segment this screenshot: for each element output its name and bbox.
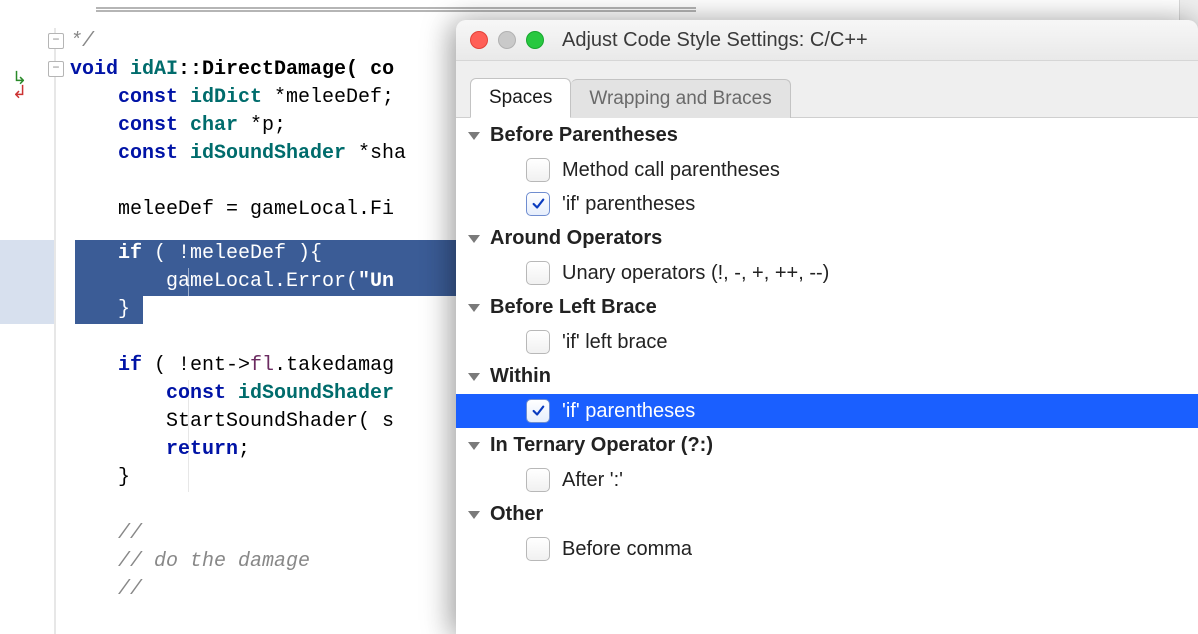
tab-bar: Spaces Wrapping and Braces (456, 61, 1198, 118)
titlebar[interactable]: Adjust Code Style Settings: C/C++ (456, 20, 1198, 61)
code-text: } (118, 466, 130, 489)
checkbox[interactable] (526, 192, 550, 216)
setting-item[interactable]: Unary operators (!, -, +, ++, --) (456, 256, 1198, 290)
type: idAI (118, 58, 178, 81)
code-content: */ void idAI::DirectDamage( co const idD… (70, 0, 118, 634)
dialog-title: Adjust Code Style Settings: C/C++ (562, 29, 868, 52)
setting-label: Before comma (562, 538, 692, 561)
zoom-button[interactable] (526, 31, 544, 49)
setting-item[interactable]: Before comma (456, 532, 1198, 566)
gutter-highlight (0, 240, 54, 324)
setting-label: Method call parentheses (562, 159, 780, 182)
section-header[interactable]: Within (456, 359, 1198, 394)
keyword: const (118, 114, 178, 137)
setting-item[interactable]: 'if' left brace (456, 325, 1198, 359)
section-header[interactable]: Around Operators (456, 221, 1198, 256)
section-header[interactable]: Other (456, 497, 1198, 532)
checkbox[interactable] (526, 330, 550, 354)
section-label: Around Operators (490, 227, 662, 250)
code-text: ( !ent-> (142, 354, 250, 377)
string: "Un (358, 270, 394, 293)
type: idSoundShader (178, 142, 358, 165)
fold-icon[interactable]: − (48, 33, 64, 49)
code-text: } (118, 298, 130, 321)
code-text: meleeDef = gameLocal.Fi (118, 198, 394, 221)
code-text: ::DirectDamage( co (178, 58, 394, 81)
setting-item[interactable]: 'if' parentheses (456, 394, 1198, 428)
keyword: return (166, 438, 238, 461)
code-text: ; (238, 438, 250, 461)
keyword: if (118, 242, 142, 265)
type: idDict (178, 86, 274, 109)
separator-line (96, 7, 696, 12)
section-label: Other (490, 503, 543, 526)
code-text: .takedamag (274, 354, 394, 377)
code-text: StartSoundShader( s (166, 410, 394, 433)
setting-label: 'if' parentheses (562, 193, 695, 216)
minimize-button[interactable] (498, 31, 516, 49)
disclosure-triangle-icon[interactable] (468, 235, 480, 243)
code-text: */ (70, 30, 94, 53)
section-label: Before Parentheses (490, 124, 678, 147)
keyword: if (118, 354, 142, 377)
setting-label: 'if' left brace (562, 331, 667, 354)
section-label: In Ternary Operator (?:) (490, 434, 713, 457)
tab-spaces[interactable]: Spaces (470, 78, 571, 118)
disclosure-triangle-icon[interactable] (468, 304, 480, 312)
section-label: Within (490, 365, 551, 388)
code-text: *meleeDef; (274, 86, 394, 109)
traffic-lights (470, 31, 544, 49)
keyword: const (118, 142, 178, 165)
type: char (178, 114, 250, 137)
checkbox[interactable] (526, 399, 550, 423)
setting-label: 'if' parentheses (562, 400, 695, 423)
setting-item[interactable]: Method call parentheses (456, 153, 1198, 187)
field: fl (250, 354, 274, 377)
code-style-dialog: Adjust Code Style Settings: C/C++ Spaces… (456, 20, 1198, 634)
code-text: gameLocal.Error( (118, 270, 358, 293)
setting-item[interactable]: After ':' (456, 463, 1198, 497)
fold-icon[interactable]: − (48, 61, 64, 77)
disclosure-triangle-icon[interactable] (468, 132, 480, 140)
section-header[interactable]: In Ternary Operator (?:) (456, 428, 1198, 463)
gutter-change-icon: ↲ (12, 80, 36, 108)
checkbox[interactable] (526, 468, 550, 492)
comment: // (118, 522, 142, 545)
checkbox[interactable] (526, 537, 550, 561)
setting-label: Unary operators (!, -, +, ++, --) (562, 262, 829, 285)
type: idSoundShader (226, 382, 394, 405)
tab-wrapping-and-braces[interactable]: Wrapping and Braces (571, 79, 790, 118)
disclosure-triangle-icon[interactable] (468, 511, 480, 519)
disclosure-triangle-icon[interactable] (468, 442, 480, 450)
keyword: const (118, 86, 178, 109)
disclosure-triangle-icon[interactable] (468, 373, 480, 381)
checkbox[interactable] (526, 261, 550, 285)
comment: // do the damage (118, 550, 310, 573)
section-label: Before Left Brace (490, 296, 657, 319)
keyword: void (70, 58, 118, 81)
keyword: const (166, 382, 226, 405)
settings-panel[interactable]: Before Parentheses Method call parenthese… (456, 118, 1198, 634)
comment: // (118, 578, 142, 601)
code-text: *p; (250, 114, 286, 137)
code-text: ( !meleeDef ){ (142, 242, 322, 265)
setting-item[interactable]: 'if' parentheses (456, 187, 1198, 221)
code-text: *sha (358, 142, 406, 165)
checkbox[interactable] (526, 158, 550, 182)
section-header[interactable]: Before Left Brace (456, 290, 1198, 325)
section-header[interactable]: Before Parentheses (456, 118, 1198, 153)
setting-label: After ':' (562, 469, 623, 492)
close-button[interactable] (470, 31, 488, 49)
